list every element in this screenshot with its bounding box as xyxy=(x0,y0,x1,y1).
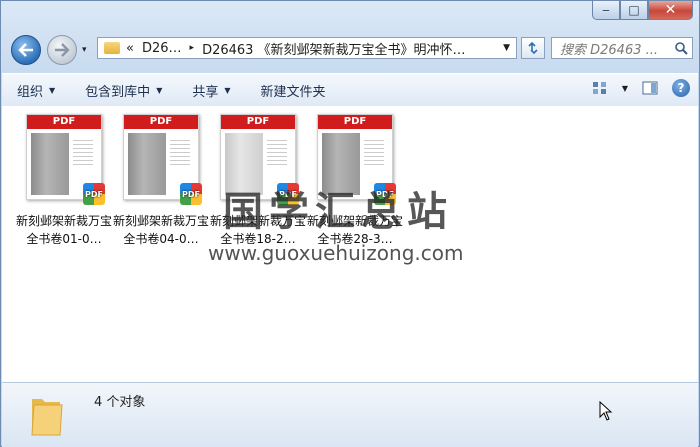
preview-pane-icon[interactable] xyxy=(642,81,658,95)
organize-menu[interactable]: 组织 ▼ xyxy=(2,81,70,100)
forward-arrow-icon xyxy=(55,43,70,57)
file-name[interactable]: 新刻邺架新裁万宝全书卷04-0… xyxy=(113,212,209,248)
watermark-title: 国学汇总站 xyxy=(223,189,453,235)
item-count: 4 个对象 xyxy=(94,395,146,410)
caption-buttons: ‒ □ ✕ xyxy=(592,1,693,20)
chevron-down-icon: ▼ xyxy=(49,85,56,95)
refresh-button[interactable] xyxy=(521,37,545,59)
recent-pages-dropdown[interactable]: ▾ xyxy=(82,45,87,55)
chevron-down-icon: ▼ xyxy=(224,85,231,95)
minimize-button[interactable]: ‒ xyxy=(592,1,620,20)
organize-label: 组织 xyxy=(17,84,44,100)
new-folder-label: 新建文件夹 xyxy=(260,84,326,100)
toolbar-right-group: ▼ ? xyxy=(592,79,690,97)
pdf-app-icon: PDF xyxy=(180,183,202,205)
address-segment-current[interactable]: D26463 《新刻邺架新裁万宝全书》明冲怀… xyxy=(202,39,466,58)
back-arrow-icon xyxy=(18,43,33,57)
address-bar[interactable]: « D26… ▸ D26463 《新刻邺架新裁万宝全书》明冲怀… ▼ xyxy=(97,37,517,59)
new-folder-button[interactable]: 新建文件夹 xyxy=(246,81,341,100)
refresh-icon xyxy=(528,41,538,55)
text-lines xyxy=(170,137,190,167)
command-bar: 组织 ▼ 包含到库中 ▼ 共享 ▼ 新建文件夹 ▼ ? xyxy=(2,73,698,107)
navigation-bar: ▾ « D26… ▸ D26463 《新刻邺架新裁万宝全书》明冲怀… ▼ 搜索 … xyxy=(9,31,693,67)
pdf-header-label: PDF xyxy=(221,115,295,129)
pdf-header-label: PDF xyxy=(124,115,198,129)
close-button[interactable]: ✕ xyxy=(648,1,693,20)
scan-image xyxy=(128,133,166,195)
view-options-chevron-icon[interactable]: ▼ xyxy=(622,84,628,93)
folder-icon xyxy=(31,399,63,436)
pdf-app-icon: PDF xyxy=(83,183,105,205)
maximize-button[interactable]: □ xyxy=(620,1,648,20)
pdf-header-label: PDF xyxy=(318,115,392,129)
explorer-window: ‒ □ ✕ ▾ « D26… ▸ D26463 《新刻邺架新裁万宝全书》明冲怀…… xyxy=(0,0,700,447)
share-menu[interactable]: 共享 ▼ xyxy=(177,81,245,100)
address-overflow[interactable]: « xyxy=(126,41,134,56)
text-lines xyxy=(364,137,384,167)
text-lines xyxy=(267,137,287,167)
pdf-thumbnail: PDF PDF xyxy=(26,114,105,205)
search-placeholder: 搜索 D26463 ... xyxy=(560,42,659,58)
include-in-library-label: 包含到库中 xyxy=(85,84,151,100)
chevron-down-icon: ▼ xyxy=(156,85,163,95)
include-in-library-menu[interactable]: 包含到库中 ▼ xyxy=(70,81,177,100)
address-separator[interactable]: ▸ xyxy=(190,43,195,53)
chevron-down-icon[interactable]: ▼ xyxy=(503,43,510,53)
share-label: 共享 xyxy=(192,84,219,100)
help-icon[interactable]: ? xyxy=(672,79,690,97)
watermark-url: www.guoxuehuizong.com xyxy=(208,241,464,265)
search-icon[interactable] xyxy=(674,41,688,55)
folder-icon xyxy=(104,42,120,54)
file-name[interactable]: 新刻邺架新裁万宝全书卷01-0… xyxy=(16,212,112,248)
back-button[interactable] xyxy=(11,35,41,65)
scan-image xyxy=(31,133,69,195)
file-item[interactable]: PDF PDF 新刻邺架新裁万宝全书卷04-0… xyxy=(113,114,209,248)
forward-button[interactable] xyxy=(47,35,77,65)
search-input[interactable]: 搜索 D26463 ... xyxy=(551,37,693,59)
text-lines xyxy=(73,137,93,167)
pdf-header-label: PDF xyxy=(27,115,101,129)
change-view-icon[interactable] xyxy=(592,81,608,95)
mouse-cursor-icon xyxy=(599,401,613,421)
address-segment-parent[interactable]: D26… xyxy=(142,41,182,56)
details-pane: 4 个对象 xyxy=(2,382,698,447)
pdf-thumbnail: PDF PDF xyxy=(123,114,202,205)
file-item[interactable]: PDF PDF 新刻邺架新裁万宝全书卷01-0… xyxy=(16,114,112,248)
